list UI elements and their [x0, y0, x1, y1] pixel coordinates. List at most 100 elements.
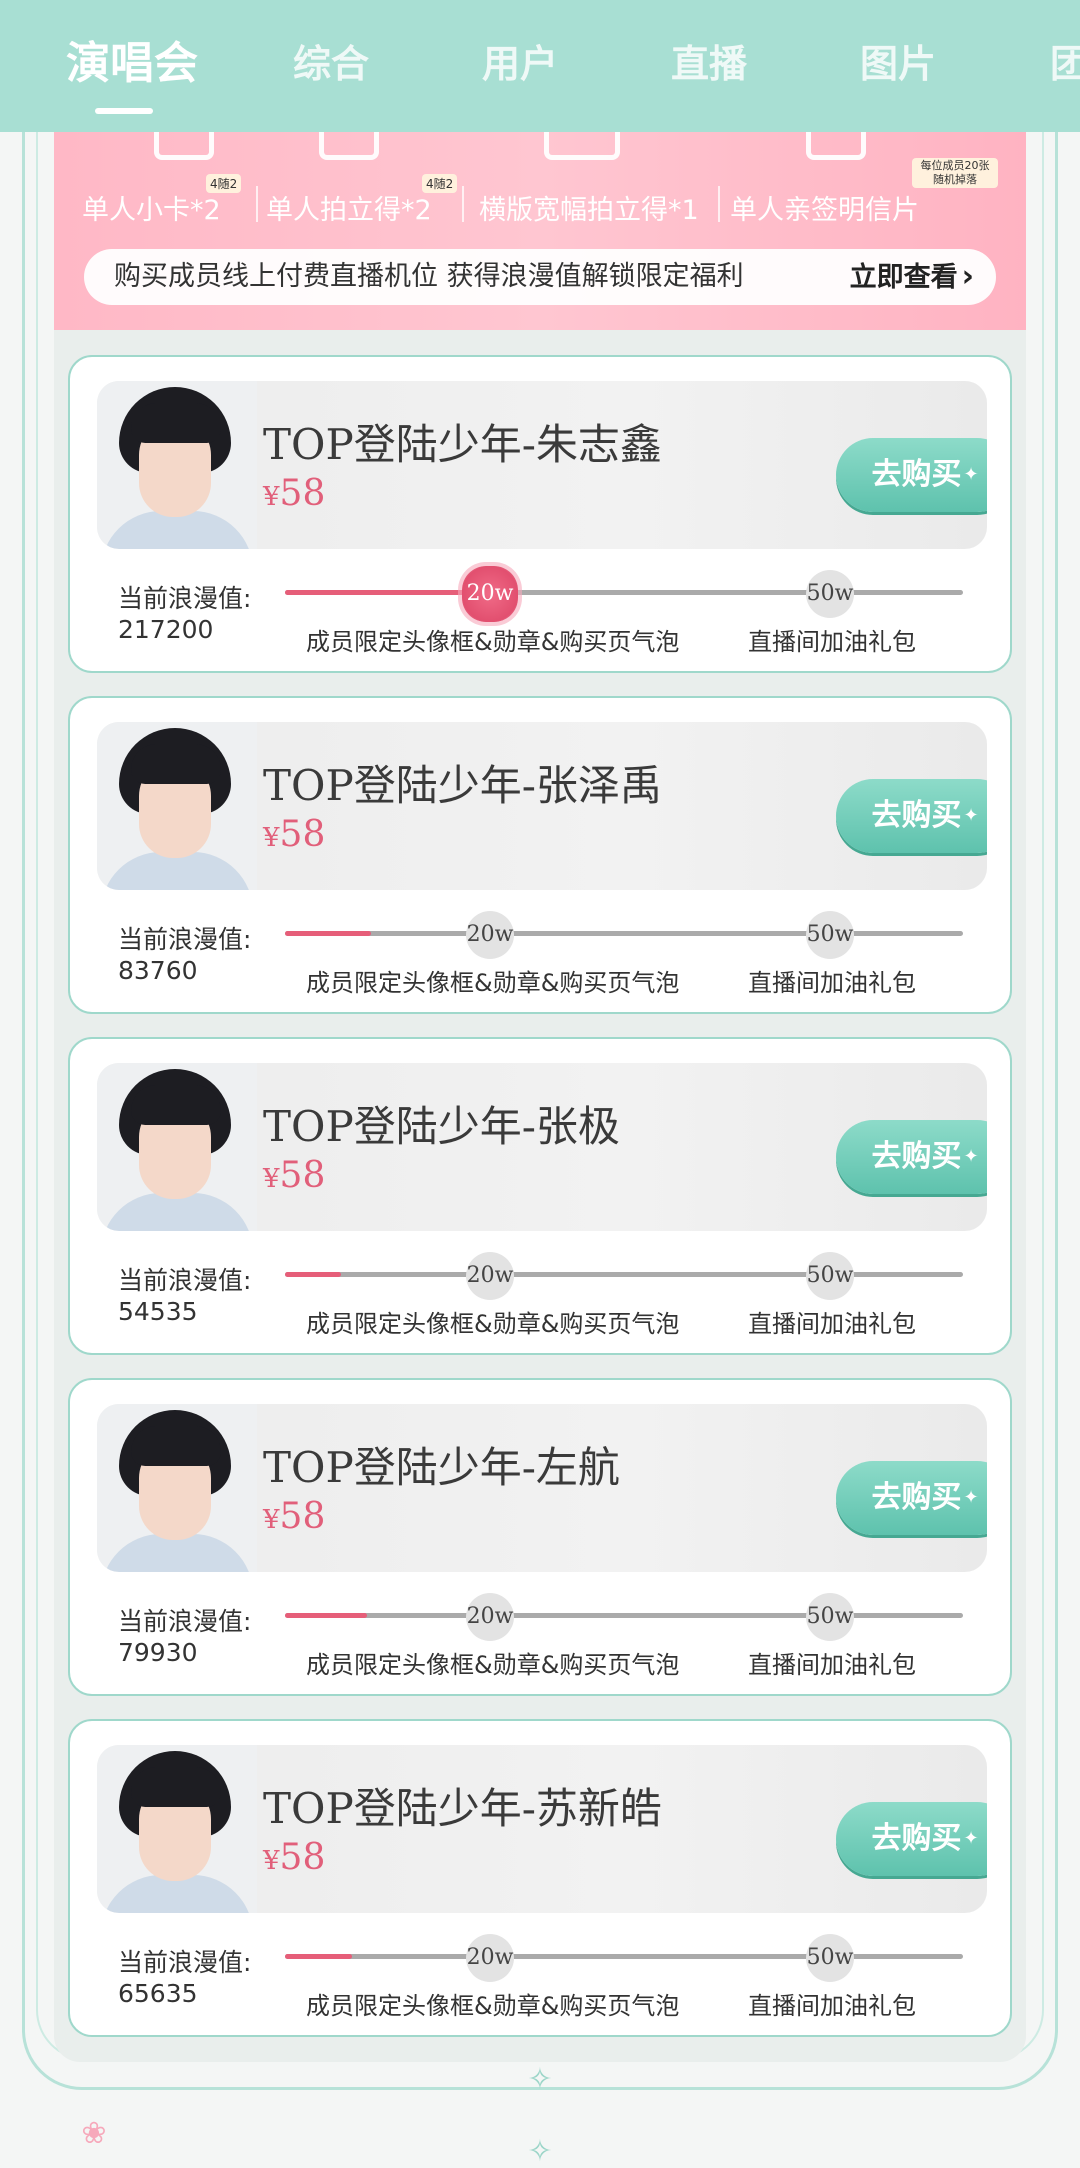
price: ¥58 — [263, 1496, 325, 1537]
price: ¥58 — [263, 1837, 325, 1878]
milestone-50w: 50w — [806, 1593, 854, 1641]
currency-symbol: ¥ — [263, 482, 280, 512]
buy-button-label: 去购买 — [871, 457, 962, 492]
romance-progress-bar: 20w 50w — [285, 1593, 963, 1641]
view-now-label: 立即查看 — [849, 262, 958, 293]
milestone-reward-1: 成员限定头像框&勋章&购买页气泡 — [306, 1651, 680, 1679]
reward-label: 单人小卡*2 — [82, 195, 221, 226]
price-value: 58 — [279, 1837, 326, 1878]
milestone-reward-2: 直播间加油礼包 — [748, 969, 916, 997]
buy-button[interactable]: 去购买 ✦ — [836, 438, 987, 512]
price: ¥58 — [263, 473, 325, 514]
avatar — [97, 722, 257, 890]
price-value: 58 — [279, 1496, 326, 1537]
divider — [462, 186, 464, 222]
avatar — [97, 1745, 257, 1913]
progress-fill — [285, 1272, 341, 1277]
romance-value: 54535 — [118, 1297, 198, 1326]
price-value: 58 — [279, 814, 326, 855]
card-header: TOP登陆少年-朱志鑫 ¥58 去购买 ✦ — [97, 381, 987, 549]
member-title: TOP登陆少年-张极 — [263, 1102, 620, 1151]
romance-label: 当前浪漫值: — [118, 1607, 252, 1636]
reward-badge: 4随2 — [422, 174, 458, 193]
romance-progress-bar: 20w 50w — [285, 1934, 963, 1982]
tab-live[interactable]: 直播 — [671, 36, 747, 92]
card-header: TOP登陆少年-左航 ¥58 去购买 ✦ — [97, 1404, 987, 1572]
rewards-banner: 单人小卡*2 4随2 单人拍立得*2 4随2 横版宽幅拍立得*1 单人亲签明信片… — [54, 112, 1026, 330]
buy-button[interactable]: 去购买 ✦ — [836, 779, 987, 853]
milestone-reward-2: 直播间加油礼包 — [748, 1992, 916, 2020]
milestone-reward-2: 直播间加油礼包 — [748, 1310, 916, 1338]
milestone-reward-1: 成员限定头像框&勋章&购买页气泡 — [306, 628, 680, 656]
tab-group[interactable]: 团 — [1050, 36, 1080, 92]
avatar — [97, 1063, 257, 1231]
tab-users[interactable]: 用户 — [482, 36, 558, 92]
currency-symbol: ¥ — [263, 823, 280, 853]
active-tab-indicator — [95, 108, 153, 114]
member-title: TOP登陆少年-苏新皓 — [263, 1784, 662, 1833]
buy-button-label: 去购买 — [871, 1139, 962, 1174]
buy-button-label: 去购买 — [871, 1821, 962, 1856]
milestone-reward-1: 成员限定头像框&勋章&购买页气泡 — [306, 1310, 680, 1338]
milestone-20w: 20w — [466, 1593, 514, 1641]
milestone-50w: 50w — [806, 570, 854, 618]
romance-value: 65635 — [118, 1979, 198, 2008]
currency-symbol: ¥ — [263, 1505, 280, 1535]
sparkle-icon: ✦ — [963, 464, 979, 485]
price-value: 58 — [279, 1155, 326, 1196]
tab-general[interactable]: 综合 — [293, 36, 369, 92]
price: ¥58 — [263, 814, 325, 855]
member-title: TOP登陆少年-左航 — [263, 1443, 620, 1492]
buy-button[interactable]: 去购买 ✦ — [836, 1802, 987, 1876]
notice-bar[interactable]: 购买成员线上付费直播机位 获得浪漫值解锁限定福利 立即查看 › — [84, 249, 996, 305]
milestone-20w: 20w — [466, 911, 514, 959]
milestone-50w: 50w — [806, 1934, 854, 1982]
member-card: TOP登陆少年-张泽禹 ¥58 去购买 ✦ 当前浪漫值: 83760 20w 50… — [68, 696, 1012, 1014]
sparkle-icon: ✦ — [963, 1146, 979, 1167]
tab-images[interactable]: 图片 — [860, 36, 936, 92]
sparkle-icon: ✧ — [527, 2062, 553, 2097]
buy-button-label: 去购买 — [871, 798, 962, 833]
view-now-link[interactable]: 立即查看 › — [850, 249, 974, 306]
sparkle-icon: ✦ — [963, 805, 979, 826]
sparkle-icon: ❀ — [81, 2116, 107, 2151]
progress-fill — [285, 1954, 353, 1959]
member-card: TOP登陆少年-朱志鑫 ¥58 去购买 ✦ 当前浪漫值: 217200 20w 5… — [68, 355, 1012, 673]
divider — [256, 186, 258, 222]
romance-progress-bar: 20w 50w — [285, 1252, 963, 1300]
romance-label: 当前浪漫值: — [118, 584, 252, 613]
card-header: TOP登陆少年-张泽禹 ¥58 去购买 ✦ — [97, 722, 987, 890]
romance-progress-bar: 20w 50w — [285, 911, 963, 959]
card-header: TOP登陆少年-苏新皓 ¥58 去购买 ✦ — [97, 1745, 987, 1913]
member-card: TOP登陆少年-左航 ¥58 去购买 ✦ 当前浪漫值: 79930 20w 50w… — [68, 1378, 1012, 1696]
reward-badge: 每位成员20张随机掉落 — [912, 158, 998, 188]
sparkle-icon: ✧ — [527, 2134, 553, 2168]
member-title: TOP登陆少年-张泽禹 — [263, 761, 662, 810]
card-header: TOP登陆少年-张极 ¥58 去购买 ✦ — [97, 1063, 987, 1231]
milestone-reward-1: 成员限定头像框&勋章&购买页气泡 — [306, 969, 680, 997]
price-value: 58 — [279, 473, 326, 514]
top-tab-bar: 演唱会 综合 用户 直播 图片 团 — [0, 0, 1080, 132]
romance-value: 83760 — [118, 956, 198, 985]
reward-label: 横版宽幅拍立得*1 — [479, 195, 699, 226]
member-card: TOP登陆少年-张极 ¥58 去购买 ✦ 当前浪漫值: 54535 20w 50w… — [68, 1037, 1012, 1355]
currency-symbol: ¥ — [263, 1846, 280, 1876]
member-title: TOP登陆少年-朱志鑫 — [263, 420, 662, 469]
progress-fill — [285, 931, 371, 936]
reward-label: 单人拍立得*2 — [266, 195, 432, 226]
romance-value: 217200 — [118, 615, 214, 644]
reward-label: 单人亲签明信片 — [730, 195, 919, 226]
buy-button[interactable]: 去购买 ✦ — [836, 1461, 987, 1535]
buy-button[interactable]: 去购买 ✦ — [836, 1120, 987, 1194]
divider — [718, 186, 720, 222]
milestone-50w: 50w — [806, 1252, 854, 1300]
romance-label: 当前浪漫值: — [118, 1266, 252, 1295]
romance-progress-bar: 20w 50w — [285, 566, 963, 622]
tab-concert[interactable]: 演唱会 — [66, 36, 198, 92]
milestone-20w: 20w — [462, 566, 518, 622]
price: ¥58 — [263, 1155, 325, 1196]
romance-label: 当前浪漫值: — [118, 925, 252, 954]
notice-text: 购买成员线上付费直播机位 获得浪漫值解锁限定福利 — [114, 261, 744, 292]
currency-symbol: ¥ — [263, 1164, 280, 1194]
milestone-reward-2: 直播间加油礼包 — [748, 628, 916, 656]
